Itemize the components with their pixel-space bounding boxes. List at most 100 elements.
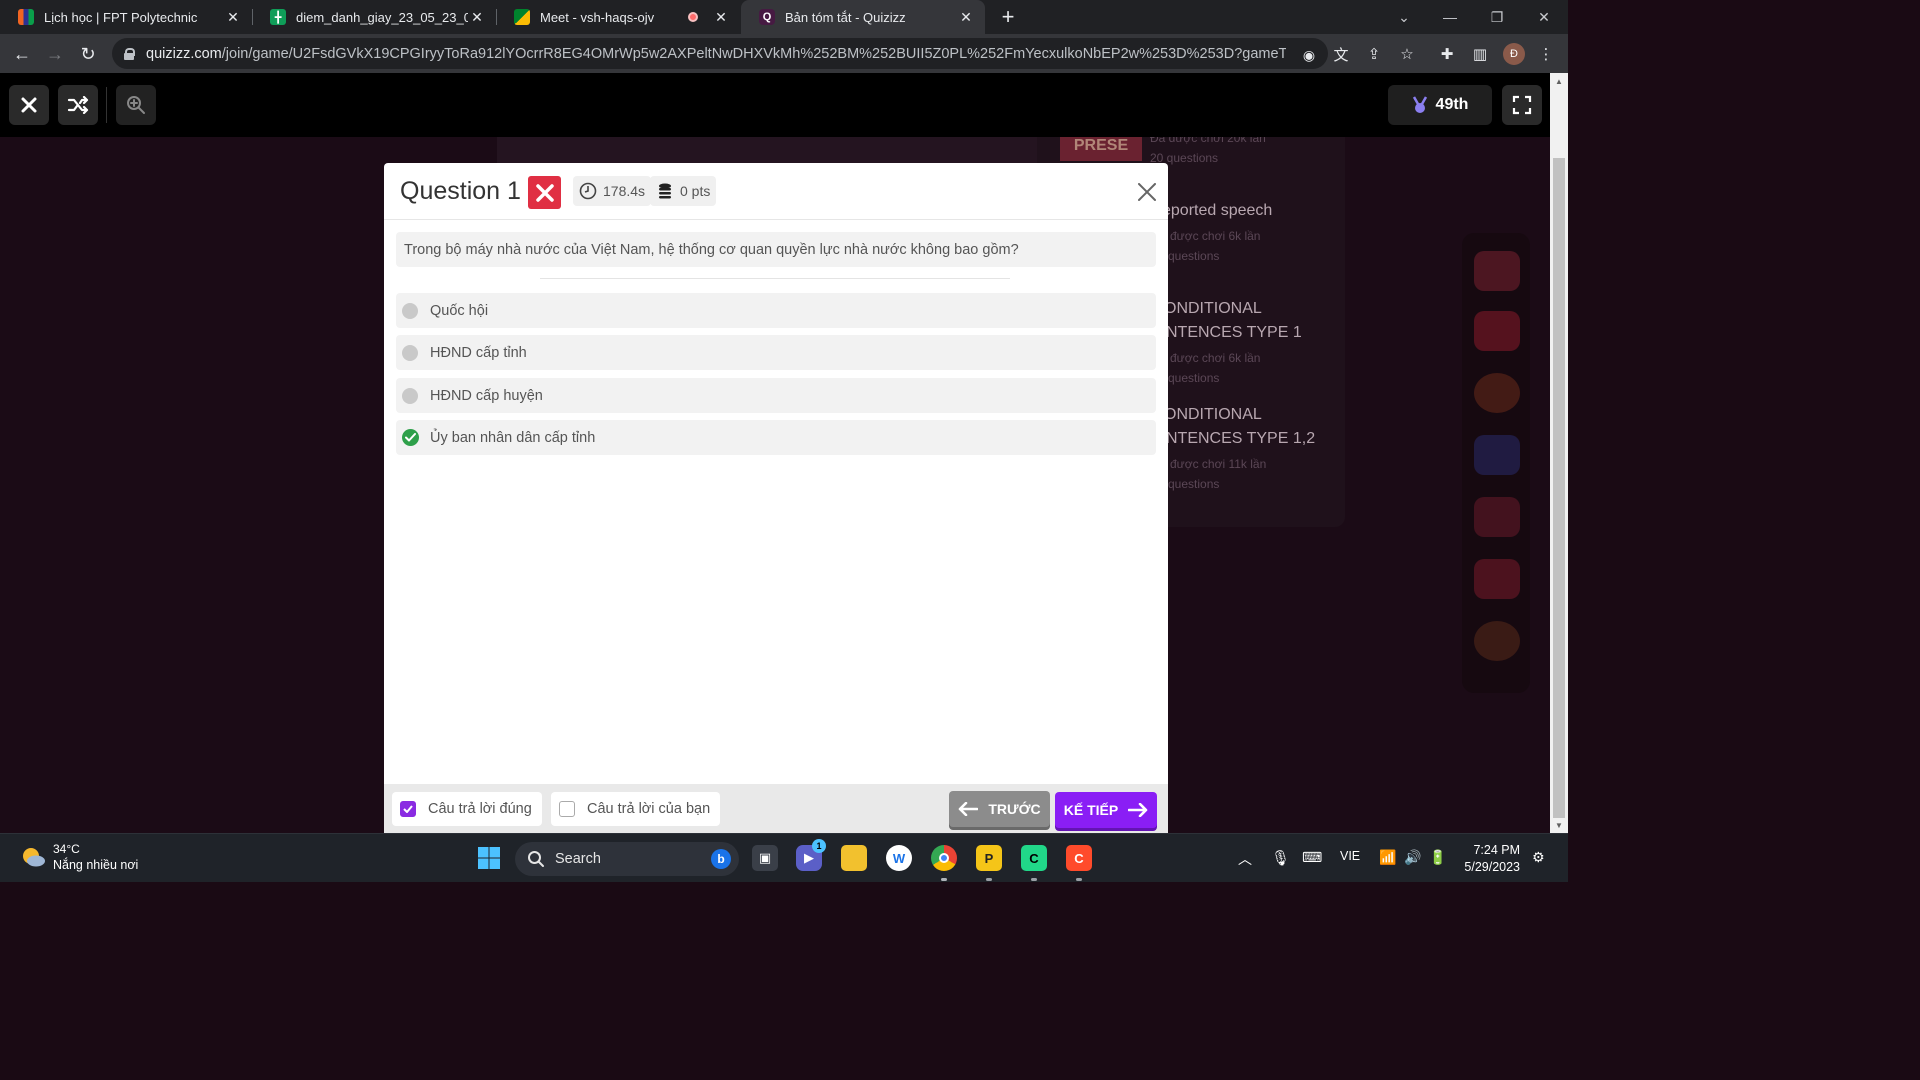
camera-blocked-icon[interactable]: ◉ bbox=[1300, 46, 1318, 64]
forward-button[interactable]: → bbox=[43, 42, 67, 66]
weather-description[interactable]: Nắng nhiều nơi bbox=[53, 858, 138, 872]
fullscreen-icon bbox=[1512, 95, 1532, 115]
input-language[interactable]: VIE bbox=[1340, 849, 1360, 863]
exit-button[interactable] bbox=[9, 85, 49, 125]
search-placeholder: Search bbox=[555, 851, 601, 867]
points-value: 0 pts bbox=[680, 183, 711, 199]
close-icon[interactable]: ✕ bbox=[468, 8, 486, 26]
cross-icon bbox=[535, 183, 554, 202]
scrollbar-thumb[interactable] bbox=[1553, 158, 1565, 818]
shuffle-icon bbox=[67, 96, 89, 114]
bg-card-sub: questions bbox=[1168, 371, 1220, 385]
modal-footer: Câu trả lời đúng Câu trả lời của bạn TRƯ… bbox=[384, 784, 1168, 833]
shuffle-button[interactable] bbox=[58, 85, 98, 125]
previous-label: TRƯỚC bbox=[988, 801, 1041, 817]
zoom-button[interactable] bbox=[116, 85, 156, 125]
browser-tab-strip: Lịch học | FPT Polytechnic ✕ ╋ diem_danh… bbox=[0, 0, 1568, 34]
restore-button[interactable]: ❐ bbox=[1474, 0, 1520, 34]
file-explorer-icon[interactable] bbox=[841, 845, 867, 871]
show-your-answer-toggle[interactable]: Câu trả lời của bạn bbox=[551, 792, 720, 826]
url-path: /join/game/U2FsdGVkX19CPGIryyToRa912lYOc… bbox=[221, 45, 1286, 62]
tab-sheets[interactable]: ╋ diem_danh_giay_23_05_23_07_23 ✕ bbox=[252, 0, 496, 34]
bg-card-sub: questions bbox=[1168, 477, 1220, 491]
tab-search-icon[interactable]: ⌄ bbox=[1381, 0, 1427, 34]
keyboard-icon[interactable]: ⌨ bbox=[1302, 849, 1322, 866]
google-sheets-icon: ╋ bbox=[270, 9, 286, 25]
taskbar-clock[interactable]: 7:24 PM 5/29/2023 bbox=[1462, 842, 1520, 876]
previous-button[interactable]: TRƯỚC bbox=[949, 791, 1050, 827]
scroll-down-arrow[interactable]: ▼ bbox=[1550, 817, 1568, 833]
wifi-icon[interactable]: 📶 bbox=[1379, 849, 1396, 866]
correct-check-icon bbox=[402, 429, 419, 446]
answer-option-correct: Ủy ban nhân dân cấp tỉnh bbox=[396, 420, 1156, 455]
tray-overflow-chevron-icon[interactable]: ︿ bbox=[1238, 849, 1252, 869]
answer-option: HĐND cấp tỉnh bbox=[396, 335, 1156, 370]
tab-label: Bản tóm tắt - Quizizz bbox=[785, 9, 906, 25]
tab-quizizz[interactable]: Q Bản tóm tắt - Quizizz ✕ bbox=[741, 0, 985, 34]
new-tab-button[interactable]: + bbox=[996, 4, 1020, 29]
divider bbox=[106, 87, 107, 123]
tab-meet[interactable]: Meet - vsh-haqs-ojv ✕ bbox=[496, 0, 740, 34]
pycharm-icon[interactable]: C bbox=[1021, 845, 1047, 871]
checkbox-checked-icon[interactable] bbox=[400, 801, 416, 817]
show-correct-answer-toggle[interactable]: Câu trả lời đúng bbox=[392, 792, 542, 826]
red-app-icon[interactable]: C bbox=[1066, 845, 1092, 871]
option-label: HĐND cấp huyện bbox=[430, 387, 543, 404]
translate-icon[interactable]: 文 bbox=[1331, 44, 1351, 64]
weather-sun-cloud-icon[interactable] bbox=[20, 846, 46, 868]
teams-chat-icon[interactable]: ▶ 1 bbox=[796, 839, 826, 871]
windows-start-icon[interactable] bbox=[476, 845, 502, 871]
taskbar-search[interactable]: Search b bbox=[515, 842, 739, 876]
microphone-icon[interactable]: 🎙 bbox=[1271, 849, 1290, 867]
reload-button[interactable]: ↻ bbox=[76, 42, 100, 66]
share-icon[interactable]: ⇪ bbox=[1364, 44, 1384, 64]
task-view-icon[interactable]: ▣ bbox=[752, 845, 778, 871]
time-value: 178.4s bbox=[603, 183, 646, 199]
window-close-button[interactable]: ✕ bbox=[1521, 0, 1567, 34]
clock-time: 7:24 PM bbox=[1473, 843, 1520, 857]
question-text: Trong bộ máy nhà nước của Việt Nam, hệ t… bbox=[396, 232, 1156, 267]
shoe-icon bbox=[1474, 559, 1520, 599]
chrome-icon[interactable] bbox=[931, 845, 957, 871]
pc-app-icon[interactable]: P bbox=[976, 845, 1002, 871]
option-label: HĐND cấp tỉnh bbox=[430, 344, 527, 361]
bg-card-sub: được chơi 6k lần bbox=[1170, 229, 1261, 243]
close-icon[interactable]: ✕ bbox=[224, 8, 242, 26]
address-bar[interactable]: quizizz.com/join/game/U2FsdGVkX19CPGIryy… bbox=[112, 38, 1328, 69]
bookmark-star-icon[interactable]: ☆ bbox=[1397, 44, 1417, 64]
answer-option: Quốc hội bbox=[396, 293, 1156, 328]
back-button[interactable]: ← bbox=[10, 42, 34, 66]
modal-close-button[interactable] bbox=[1134, 179, 1160, 205]
volume-icon[interactable]: 🔊 bbox=[1404, 849, 1421, 866]
next-button[interactable]: KẾ TIẾP bbox=[1055, 792, 1157, 828]
temperature[interactable]: 34°C bbox=[53, 842, 80, 856]
checkbox-unchecked-icon[interactable] bbox=[559, 801, 575, 817]
scroll-up-arrow[interactable]: ▲ bbox=[1550, 73, 1568, 89]
quiz-thumbnail: PRESE bbox=[1060, 133, 1142, 161]
running-indicator bbox=[1076, 878, 1082, 881]
bg-card-title: ONDITIONAL bbox=[1164, 406, 1262, 423]
battery-icon[interactable]: 🔋 bbox=[1429, 849, 1446, 866]
recording-indicator-icon bbox=[688, 12, 698, 22]
extensions-icon[interactable]: ✚ bbox=[1437, 44, 1457, 64]
bing-icon[interactable]: b bbox=[711, 849, 731, 869]
bowl-icon bbox=[1474, 621, 1520, 661]
tab-label: Meet - vsh-haqs-ojv bbox=[540, 9, 655, 25]
word-app-icon[interactable]: W bbox=[886, 845, 912, 871]
close-icon[interactable]: ✕ bbox=[712, 8, 730, 26]
tab-label: Lịch học | FPT Polytechnic bbox=[44, 9, 198, 25]
medal-icon bbox=[1412, 96, 1427, 113]
character-icon bbox=[1474, 497, 1520, 537]
side-panel-icon[interactable]: ▥ bbox=[1470, 44, 1490, 64]
tab-fpt[interactable]: Lịch học | FPT Polytechnic ✕ bbox=[0, 0, 252, 34]
question-title: Question 1 bbox=[400, 177, 521, 205]
fullscreen-button[interactable] bbox=[1502, 85, 1542, 125]
close-icon[interactable]: ✕ bbox=[957, 8, 975, 26]
sus-icon bbox=[1474, 311, 1520, 351]
minimize-button[interactable]: — bbox=[1427, 0, 1473, 34]
profile-avatar[interactable]: Đ bbox=[1503, 43, 1525, 65]
notifications-icon[interactable]: ⚙ bbox=[1532, 849, 1545, 866]
menu-kebab-icon[interactable]: ⋮ bbox=[1536, 44, 1556, 64]
option-bullet-icon bbox=[402, 302, 418, 319]
running-indicator bbox=[1031, 878, 1037, 881]
